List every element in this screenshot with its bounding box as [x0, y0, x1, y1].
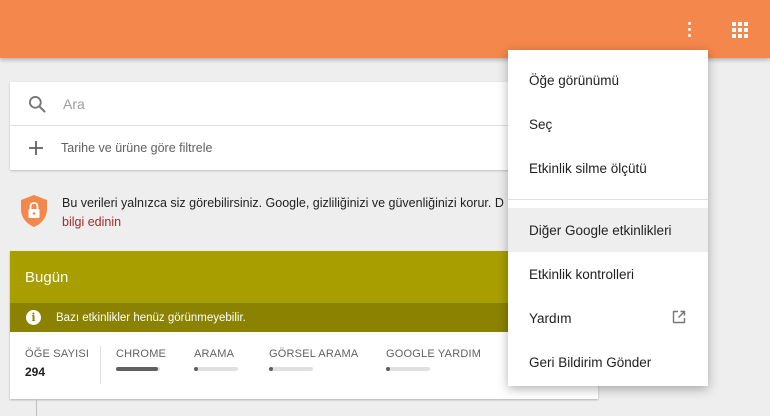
menu-item-label: Seç: [529, 116, 553, 132]
stat-value: 294: [25, 365, 46, 379]
stat-bar: [269, 367, 313, 371]
apps-grid-icon: [732, 22, 736, 26]
privacy-notice: Bu verileri yalnızca siz görebilirsiniz.…: [20, 194, 520, 234]
stat-bar: [386, 367, 430, 371]
menu-item-select[interactable]: Seç: [508, 102, 708, 146]
stat-google-help[interactable]: GOOGLE YARDIM: [386, 348, 481, 371]
stat-bar: [116, 367, 160, 371]
stat-chrome[interactable]: CHROME: [116, 348, 166, 371]
menu-item-label: Etkinlik silme ölçütü: [529, 160, 647, 176]
menu-item-label: Etkinlik kontrolleri: [529, 266, 635, 282]
info-icon: i: [26, 310, 41, 325]
menu-item-activity-controls[interactable]: Etkinlik kontrolleri: [508, 252, 708, 296]
menu-item-label: Yardım: [529, 310, 572, 326]
menu-item-label: Geri Bildirim Gönder: [529, 354, 652, 370]
menu-item-label: Diğer Google etkinlikleri: [529, 222, 672, 238]
menu-item-other-google-activity[interactable]: Diğer Google etkinlikleri: [508, 208, 708, 252]
search-icon: [29, 95, 46, 112]
stat-bar-fill: [386, 367, 390, 371]
stat-bar-fill: [269, 367, 273, 371]
apps-grid-button[interactable]: [728, 18, 752, 42]
menu-item-help[interactable]: Yardım: [508, 296, 708, 340]
stat-label: GÖRSEL ARAMA: [269, 348, 359, 360]
plus-icon: [29, 141, 43, 155]
stat-bar: [194, 367, 238, 371]
overflow-menu: Öğe görünümü Seç Etkinlik silme ölçütü D…: [508, 50, 708, 386]
stat-divider: [100, 346, 101, 384]
privacy-text: Bu verileri yalnızca siz görebilirsiniz.…: [62, 196, 504, 210]
menu-item-item-view[interactable]: Öğe görünümü: [508, 58, 708, 102]
today-title: Bugün: [25, 268, 69, 286]
stat-label: ARAMA: [194, 348, 235, 360]
stat-label: CHROME: [116, 348, 167, 360]
filter-label: Tarihe ve ürüne göre filtrele: [61, 141, 213, 155]
stat-label: ÖĞE SAYISI: [25, 348, 90, 360]
today-notice-text: Bazı etkinlikler henüz görünmeyebilir.: [56, 311, 246, 324]
stat-bar-fill: [194, 367, 198, 371]
stat-item-count: ÖĞE SAYISI 294: [25, 348, 89, 379]
timeline-line: [36, 399, 37, 416]
open-in-new-icon: [672, 310, 686, 324]
stat-search[interactable]: ARAMA: [194, 348, 238, 371]
search-placeholder: Ara: [63, 95, 85, 112]
learn-more-link[interactable]: bilgi edinin: [62, 213, 121, 232]
menu-item-label: Öğe görünümü: [529, 72, 620, 88]
more-options-button[interactable]: [676, 16, 702, 42]
stat-bar-fill: [116, 367, 158, 371]
more-vert-icon: [687, 21, 691, 25]
menu-divider: [508, 199, 708, 200]
stat-image-search[interactable]: GÖRSEL ARAMA: [269, 348, 358, 371]
shield-lock-icon: [21, 195, 47, 227]
menu-item-delete-activity-by[interactable]: Etkinlik silme ölçütü: [508, 146, 708, 190]
menu-item-send-feedback[interactable]: Geri Bildirim Gönder: [508, 340, 708, 384]
stat-label: GOOGLE YARDIM: [386, 348, 482, 360]
